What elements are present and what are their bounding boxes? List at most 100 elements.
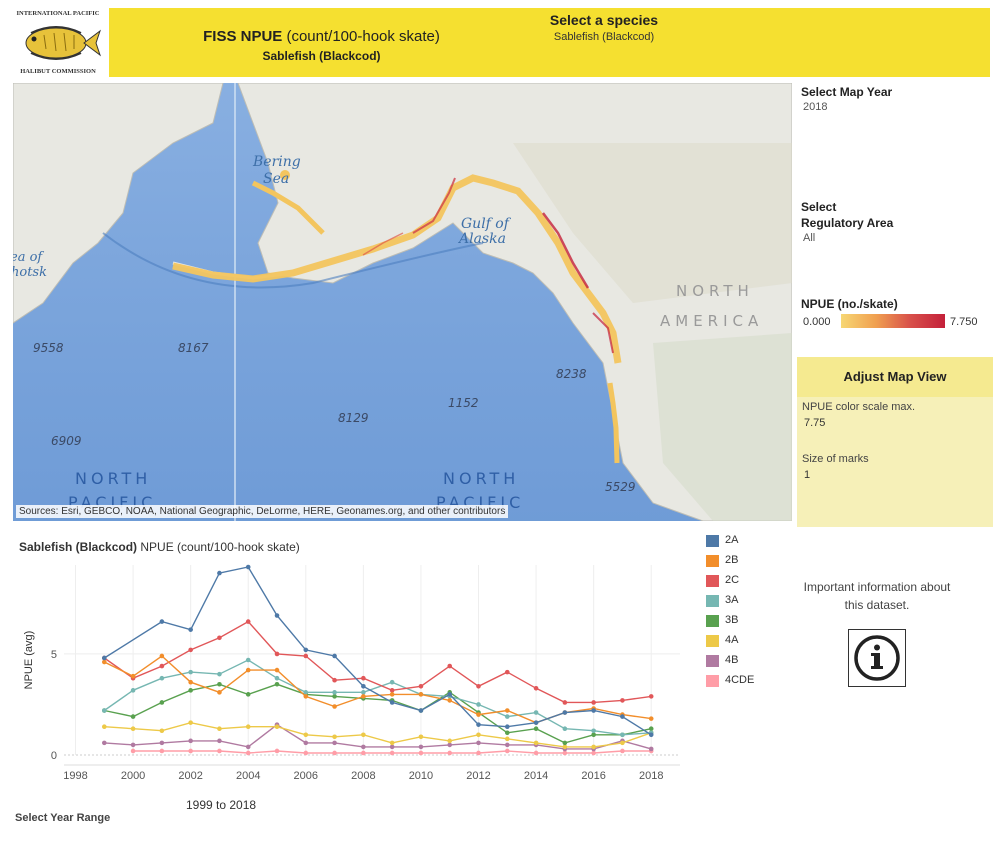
data-point	[562, 750, 568, 756]
color-max-input[interactable]: 7.75	[804, 417, 825, 429]
data-point	[648, 726, 654, 732]
legend-swatch	[706, 635, 719, 647]
data-point	[245, 692, 251, 697]
reg-area-selector[interactable]: All	[803, 232, 815, 244]
data-point	[361, 750, 366, 756]
data-point	[504, 736, 510, 742]
legend-swatch	[706, 655, 719, 667]
info-button[interactable]	[848, 629, 906, 687]
npue-scale-label: NPUE (no./skate)	[801, 297, 898, 311]
data-point	[188, 647, 193, 653]
data-point	[562, 700, 568, 705]
data-point	[476, 683, 481, 689]
data-point	[591, 728, 596, 734]
data-point	[562, 710, 568, 715]
legend-swatch	[706, 595, 719, 607]
npue-line-chart[interactable]: 1998 2000 2002 2004 2006 2008 2010 2012 2014 2016…	[15, 555, 700, 790]
npue-map[interactable]: Bering Sea Gulf of Alaska NORTH AMERICA …	[13, 83, 792, 521]
data-point	[130, 714, 136, 719]
map-year-selector[interactable]: 2018	[803, 101, 827, 113]
data-point	[332, 694, 337, 699]
data-point	[130, 673, 136, 679]
data-point	[361, 694, 366, 699]
map-label-bering: Bering	[252, 154, 301, 170]
data-point	[130, 688, 136, 693]
series-line	[104, 683, 652, 744]
data-point	[303, 740, 309, 746]
map-label-north-pacific-1: NORTH	[75, 469, 151, 488]
legend-swatch	[706, 575, 719, 587]
data-point	[447, 750, 453, 756]
data-point	[620, 698, 625, 703]
data-point	[159, 619, 165, 624]
x-tick-label: 1998	[63, 770, 87, 782]
data-point	[648, 732, 654, 738]
data-point	[504, 742, 510, 748]
color-scale-bar	[841, 314, 945, 328]
data-point	[303, 750, 309, 756]
legend-label: 4CDE	[725, 674, 755, 686]
depth-label: 5529	[605, 480, 636, 494]
data-point	[245, 724, 251, 730]
data-point	[303, 732, 309, 738]
info-icon	[854, 635, 900, 681]
species-selector[interactable]: Sablefish (Blackcod)	[479, 31, 729, 43]
year-range-label: Select Year Range	[15, 812, 111, 824]
data-point	[159, 740, 165, 746]
mark-size-input[interactable]: 1	[804, 469, 810, 481]
data-point	[332, 690, 337, 695]
x-tick-label: 2000	[121, 770, 145, 782]
data-point	[447, 692, 453, 697]
data-point	[245, 657, 251, 663]
data-point	[217, 726, 222, 732]
data-point	[591, 732, 596, 738]
data-point	[648, 694, 654, 699]
data-point	[303, 694, 309, 699]
data-point	[476, 722, 481, 727]
legend-label: 2C	[725, 574, 740, 586]
data-point	[533, 750, 539, 756]
page-title: FISS NPUE (count/100-hook skate)	[169, 28, 474, 45]
data-point	[361, 675, 366, 681]
depth-label: 8129	[338, 411, 369, 425]
data-point	[533, 685, 539, 691]
series-3A	[101, 657, 654, 738]
data-point	[620, 748, 625, 754]
chart-legend: 2A 2B 2C 3A 3B 4A 4B 4CDE	[706, 533, 776, 693]
chart-title-metric: NPUE (count/100-hook skate)	[140, 540, 300, 554]
map-canvas[interactable]: Bering Sea Gulf of Alaska NORTH AMERICA …	[13, 83, 792, 521]
data-point	[504, 724, 510, 730]
legend-label: 2A	[725, 534, 739, 546]
legend-label: 2B	[725, 554, 739, 566]
x-tick-label: 2010	[409, 770, 433, 782]
legend-label: 3B	[725, 614, 739, 626]
data-point	[188, 748, 193, 754]
data-point	[361, 690, 366, 695]
x-tick-label: 2016	[581, 770, 605, 782]
data-point	[303, 653, 309, 659]
page-subtitle: Sablefish (Blackcod)	[262, 49, 381, 63]
data-point	[188, 720, 193, 725]
data-point	[418, 744, 424, 750]
data-point	[389, 750, 395, 756]
data-point	[245, 667, 251, 673]
data-point	[648, 716, 654, 721]
data-point	[504, 708, 510, 713]
ipch-logo: INTERNATIONAL PACIFIC HALIBUT COMMISSION	[12, 8, 104, 76]
data-point	[159, 653, 165, 659]
data-point	[533, 710, 539, 715]
map-label-sea: Sea	[263, 171, 289, 187]
data-point	[159, 748, 165, 754]
data-point	[476, 702, 481, 707]
series-3B	[101, 681, 654, 746]
data-point	[332, 704, 337, 709]
data-point	[332, 677, 337, 683]
adjust-map-panel: Adjust Map View NPUE color scale max. 7.…	[797, 357, 993, 527]
y-axis-label: NPUE (avg)	[23, 631, 35, 690]
series-2C	[101, 619, 654, 705]
data-point	[101, 708, 107, 713]
y-tick-label: 5	[51, 649, 57, 661]
year-range-value[interactable]: 1999 to 2018	[186, 798, 256, 812]
series-line	[104, 721, 652, 748]
data-point	[504, 748, 510, 754]
